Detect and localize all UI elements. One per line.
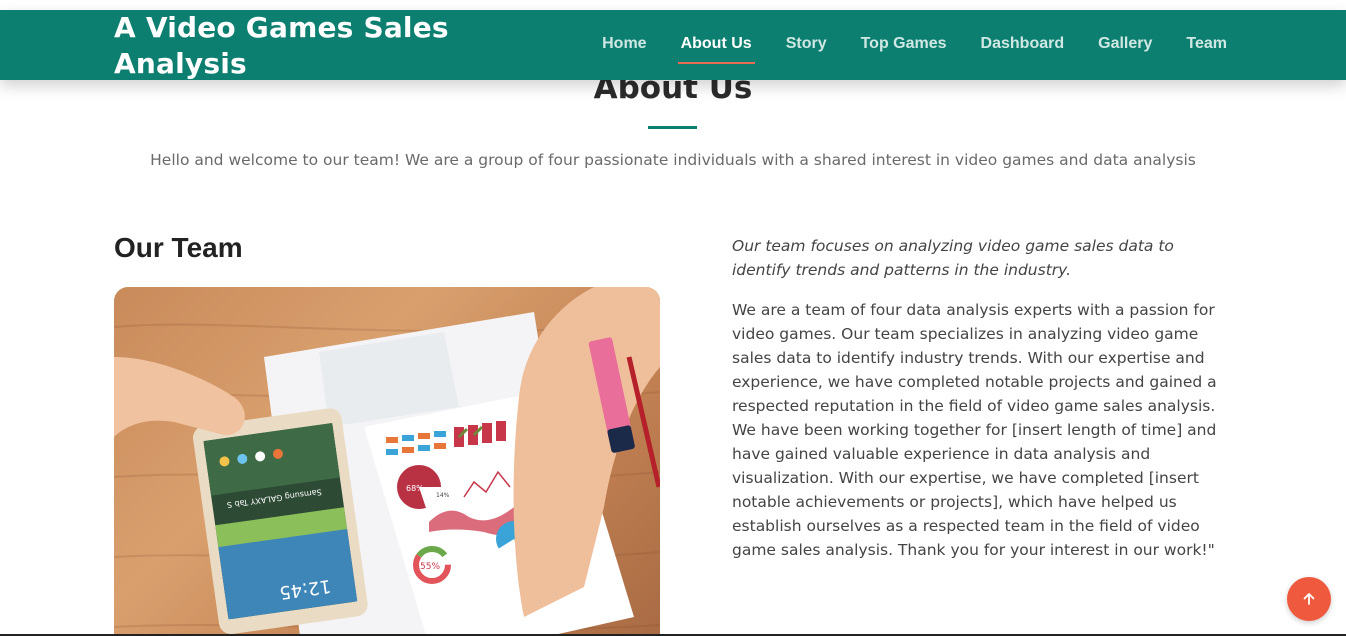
team-photo-illustration: 68% 14% 55% 12:45 Samsung GALAXY Tab S <box>114 287 660 636</box>
main-nav: Home About Us Story Top Games Dashboard … <box>568 10 1227 80</box>
nav-gallery[interactable]: Gallery <box>1098 10 1152 80</box>
nav-story[interactable]: Story <box>786 10 827 80</box>
team-description: We are a team of four data analysis expe… <box>732 301 1217 559</box>
photo-chart-label-55: 55% <box>420 562 440 572</box>
team-tagline: Our team focuses on analyzing video game… <box>732 237 1174 279</box>
photo-chart-label-68: 68% <box>406 484 424 493</box>
nav-about-us[interactable]: About Us <box>677 10 755 80</box>
back-to-top-button[interactable] <box>1287 577 1331 621</box>
about-intro-text: Hello and welcome to our team! We are a … <box>150 151 1196 169</box>
arrow-up-icon <box>1303 593 1315 605</box>
nav-top-games[interactable]: Top Games <box>861 10 947 80</box>
title-divider <box>648 126 697 129</box>
site-header: A Video Games Sales Analysis Home About … <box>0 10 1346 80</box>
team-photo: 68% 14% 55% 12:45 Samsung GALAXY Tab S <box>114 287 660 636</box>
nav-team[interactable]: Team <box>1186 10 1227 80</box>
nav-home[interactable]: Home <box>602 10 646 80</box>
our-team-heading: Our Team <box>114 232 243 263</box>
site-logo[interactable]: A Video Games Sales Analysis <box>114 10 534 82</box>
photo-chart-label-14: 14% <box>436 492 450 499</box>
nav-dashboard[interactable]: Dashboard <box>981 10 1065 80</box>
